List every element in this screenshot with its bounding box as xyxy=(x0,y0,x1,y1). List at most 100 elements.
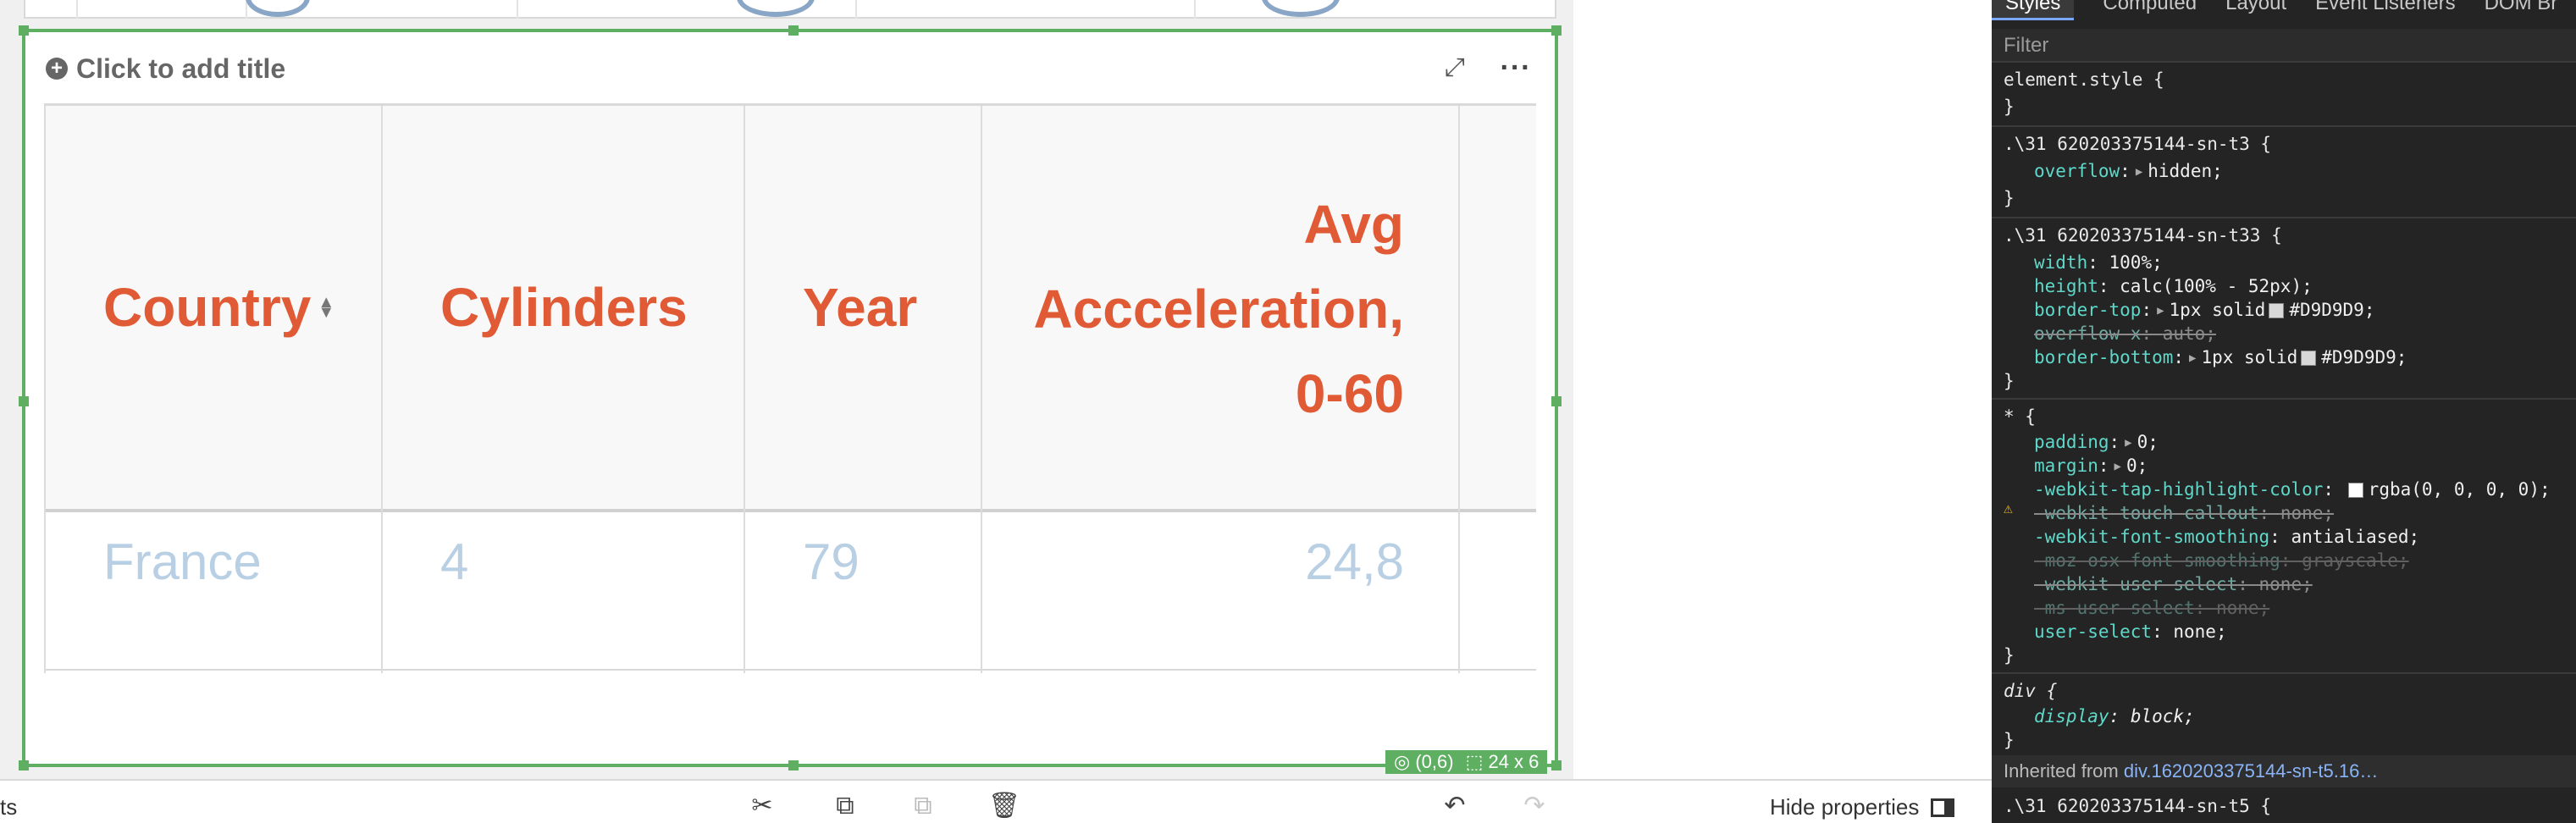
header-label: Cylinders xyxy=(440,277,688,338)
resize-handle[interactable] xyxy=(19,760,29,771)
panel-toggle-icon xyxy=(1931,798,1955,817)
resize-handle[interactable] xyxy=(1551,396,1562,406)
css-declaration[interactable]: height: calc(100% - 52px); xyxy=(2034,276,2313,296)
css-declaration[interactable]: -webkit-font-smoothing: antialiased; xyxy=(2034,527,2419,547)
resize-handle[interactable] xyxy=(19,25,29,36)
rule-divider xyxy=(1992,398,2576,400)
rule-selector[interactable]: * { xyxy=(2004,406,2036,427)
position-readout: ◎ (0,6) xyxy=(1394,751,1454,772)
css-declaration[interactable]: -webkit-tap-highlight-color: rgba(0, 0, … xyxy=(2034,479,2551,500)
table-cell-cylinders[interactable]: 4 xyxy=(440,511,468,612)
tab-layout[interactable]: Layout xyxy=(2225,0,2286,20)
header-label: Avg xyxy=(1303,194,1404,255)
grid-line xyxy=(855,0,857,19)
rule-selector[interactable]: .\31 620203375144-sn-t33 { xyxy=(2004,225,2282,246)
css-declaration[interactable]: border-bottom: ▶ 1px solid #D9D9D9; xyxy=(2034,347,2407,367)
resize-handle[interactable] xyxy=(1551,760,1562,771)
rule-selector[interactable]: element.style { xyxy=(2004,69,2164,90)
size-readout: ⬚ 24 x 6 xyxy=(1465,751,1540,772)
paste-icon[interactable]: ⧉ xyxy=(904,789,942,823)
rule-selector[interactable]: div { xyxy=(2004,681,2057,701)
column-header-avg-acceleration[interactable]: Avg Accceleration, 0-60 xyxy=(981,106,1404,509)
devtools-tabs: Styles Computed Layout Event Listeners D… xyxy=(1992,0,2576,20)
css-declaration[interactable]: margin: ▶ 0; xyxy=(2034,456,2148,476)
clipped-glyph xyxy=(737,0,815,17)
plus-circle-icon: + xyxy=(46,58,68,80)
grid-line xyxy=(76,0,78,19)
column-header-year[interactable]: Year xyxy=(803,106,917,509)
rule-close: } xyxy=(2004,645,2015,666)
devtools-styles-panel: Styles Computed Layout Event Listeners D… xyxy=(1992,0,2576,823)
column-header-country[interactable]: Country ▲ ▼ xyxy=(103,106,334,509)
rule-close: } xyxy=(2004,730,2015,750)
clipped-glyph xyxy=(1262,0,1340,17)
resize-handle[interactable] xyxy=(788,25,799,36)
hide-properties-label: Hide properties xyxy=(1770,794,1920,820)
copy-icon[interactable]: ⧉ xyxy=(826,789,864,823)
assets-label[interactable]: ts xyxy=(0,794,17,820)
inherited-element-link[interactable]: div.1620203375144-sn-t5.16… xyxy=(2124,760,2378,782)
inherited-from-header: Inherited from div.1620203375144-sn-t5.1… xyxy=(1992,755,2576,787)
grid-line xyxy=(517,0,518,19)
trash-icon[interactable]: 🗑 xyxy=(986,789,1023,823)
css-declaration-overridden[interactable]: -webkit-user-select: none; xyxy=(2034,574,2313,594)
css-declaration[interactable]: display: block; xyxy=(2034,706,2195,726)
css-declaration-invalid[interactable]: -webkit-touch-callout: none; xyxy=(2034,503,2334,523)
css-declaration[interactable]: user-select: none; xyxy=(2034,621,2227,642)
css-declaration-overridden[interactable]: overflow-x: auto; xyxy=(2034,323,2216,344)
rule-close: } xyxy=(2004,97,2015,117)
more-options-icon[interactable]: ··· xyxy=(1497,51,1534,85)
rule-divider xyxy=(1992,125,2576,127)
rule-selector[interactable]: .\31 620203375144-sn-t3 { xyxy=(2004,134,2271,154)
resize-handle[interactable] xyxy=(788,760,799,771)
clipped-glyph xyxy=(246,0,310,17)
css-declaration[interactable]: padding: ▶ 0; xyxy=(2034,432,2159,452)
cut-icon[interactable]: ✂ xyxy=(744,789,781,823)
header-label: 0-60 xyxy=(1295,363,1404,424)
styles-filter-input[interactable]: Filter xyxy=(1992,29,2576,63)
grid-line xyxy=(1194,0,1196,19)
expand-icon[interactable]: ⤢ xyxy=(1438,51,1472,85)
rule-close: } xyxy=(2004,371,2015,391)
header-label: Year xyxy=(803,277,918,338)
column-divider xyxy=(1458,106,1460,673)
warning-icon[interactable]: ⚠ xyxy=(2004,500,2013,517)
previous-object-edge[interactable] xyxy=(24,0,1556,19)
add-title-placeholder[interactable]: + Click to add title xyxy=(46,49,285,88)
color-swatch[interactable] xyxy=(2347,483,2363,498)
header-label: Country xyxy=(103,277,312,338)
css-declaration-inactive[interactable]: -ms-user-select: none; xyxy=(2034,598,2269,618)
resize-handle[interactable] xyxy=(19,396,29,406)
tab-event-listeners[interactable]: Event Listeners xyxy=(2315,0,2455,20)
hide-properties-button[interactable]: Hide properties xyxy=(1770,794,1955,820)
sort-icon[interactable]: ▲ ▼ xyxy=(318,294,334,321)
tab-computed[interactable]: Computed xyxy=(2103,0,2197,20)
column-divider xyxy=(44,106,46,673)
data-table: Country ▲ ▼ Cylinders Year Avg Acccelerat… xyxy=(44,103,1536,673)
rule-divider xyxy=(1992,672,2576,674)
css-declaration-inactive[interactable]: -moz-osx-font-smoothing: grayscale; xyxy=(2034,550,2409,571)
column-header-cylinders[interactable]: Cylinders xyxy=(440,106,688,509)
inherited-label: Inherited from xyxy=(2004,760,2119,782)
header-label: Accceleration, xyxy=(1033,279,1404,340)
table-cell-avg[interactable]: 24,8 xyxy=(981,511,1404,612)
rule-selector[interactable]: .\31 620203375144-sn-t5 { xyxy=(2004,796,2271,816)
table-cell-year[interactable]: 79 xyxy=(803,511,860,612)
table-cell-country[interactable]: France xyxy=(103,511,262,612)
color-swatch[interactable] xyxy=(2269,303,2285,318)
column-divider xyxy=(381,106,383,673)
position-size-badge: ◎ (0,6) ⬚ 24 x 6 xyxy=(1385,750,1548,774)
rule-close: } xyxy=(2004,188,2015,208)
css-declaration[interactable]: width: 100%; xyxy=(2034,252,2163,273)
css-declaration[interactable]: overflow: ▶ hidden; xyxy=(2034,161,2223,181)
rule-divider xyxy=(1992,217,2576,218)
tab-styles[interactable]: Styles xyxy=(1992,0,2075,20)
color-swatch[interactable] xyxy=(2301,351,2317,366)
undo-icon[interactable]: ↶ xyxy=(1436,789,1473,823)
column-divider xyxy=(744,106,745,673)
tab-dom-breakpoints[interactable]: DOM Br xyxy=(2485,0,2558,20)
properties-gutter xyxy=(1573,0,1992,779)
redo-icon[interactable]: ↷ xyxy=(1516,789,1553,823)
css-declaration[interactable]: border-top: ▶ 1px solid #D9D9D9; xyxy=(2034,300,2374,320)
resize-handle[interactable] xyxy=(1551,25,1562,36)
